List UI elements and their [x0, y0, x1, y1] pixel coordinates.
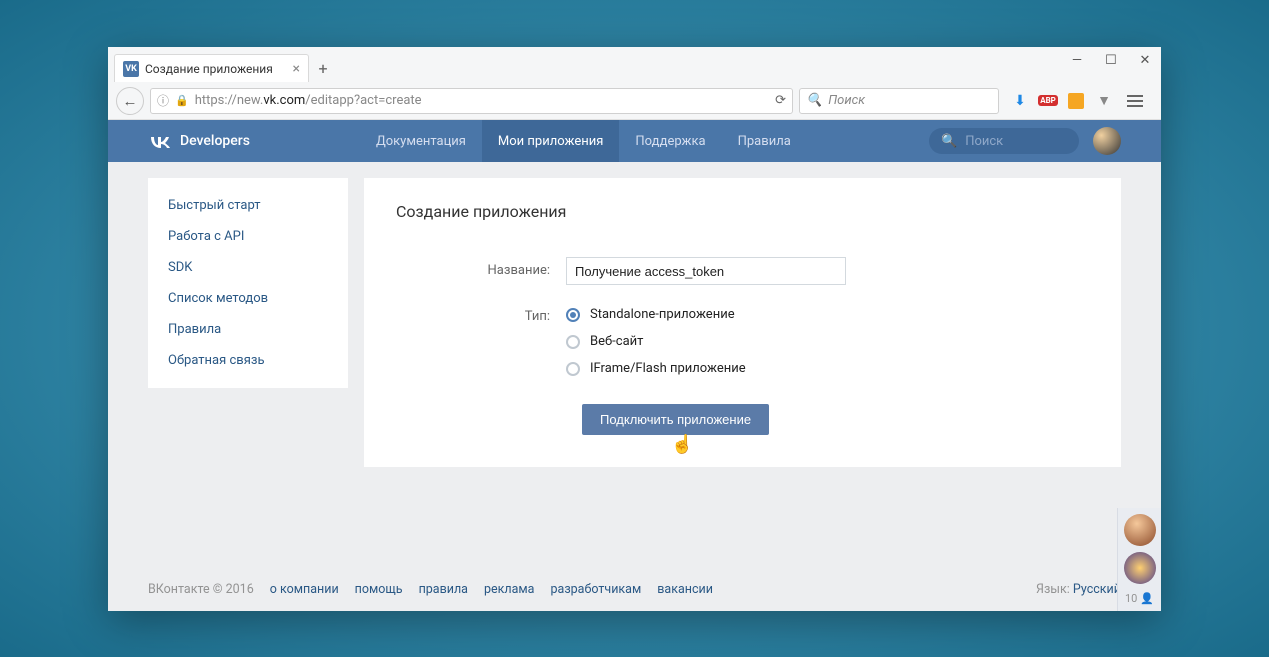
vk-body: Быстрый старт Работа с API SDK Список ме…	[108, 162, 1161, 611]
friends-online-count[interactable]: 10 👤	[1125, 592, 1154, 605]
radio-icon	[566, 335, 580, 349]
footer-link-devs[interactable]: разработчикам	[551, 582, 642, 597]
footer-link-help[interactable]: помощь	[355, 582, 403, 597]
type-radio-group: Standalone-приложение Веб-сайт IFrame/Fl…	[566, 303, 1089, 376]
minimize-button[interactable]: —	[1069, 53, 1085, 68]
menu-icon[interactable]	[1123, 91, 1147, 111]
extension-icon[interactable]	[1067, 92, 1085, 110]
new-tab-button[interactable]: +	[309, 54, 337, 82]
url-domain: vk.com	[263, 93, 305, 108]
sidebar-item-rules[interactable]: Правила	[148, 314, 348, 345]
close-window-button[interactable]: ✕	[1137, 53, 1153, 68]
maximize-button[interactable]: ☐	[1103, 53, 1119, 68]
toolbar-icons: ⬇ ABP ▼	[1005, 91, 1153, 111]
tab-title: Создание приложения	[145, 62, 273, 76]
radio-icon	[566, 308, 580, 322]
vk-footer: ВКонтакте © 2016 о компании помощь прави…	[108, 568, 1161, 611]
friend-avatar[interactable]	[1124, 552, 1156, 584]
footer-link-ads[interactable]: реклама	[484, 582, 535, 597]
friends-panel: 10 👤	[1117, 508, 1161, 611]
radio-website[interactable]: Веб-сайт	[566, 334, 1089, 349]
radio-icon	[566, 362, 580, 376]
user-avatar[interactable]	[1093, 127, 1121, 155]
info-icon[interactable]: ⓘ	[157, 92, 169, 109]
form-row-name: Название:	[396, 257, 1089, 285]
footer-links: о компании помощь правила реклама разраб…	[270, 582, 713, 597]
tab-strip: VK Создание приложения × + — ☐ ✕	[108, 47, 1161, 82]
sidebar-item-quickstart[interactable]: Быстрый старт	[148, 190, 348, 221]
vk-favicon: VK	[123, 61, 139, 77]
url-input[interactable]: ⓘ 🔒 https://new.vk.com/editapp?act=creat…	[150, 88, 793, 114]
url-protocol: https://	[195, 93, 237, 108]
nav-support[interactable]: Поддержка	[619, 120, 721, 162]
nav-rules[interactable]: Правила	[722, 120, 807, 162]
cursor-icon: ☝	[671, 434, 693, 455]
connect-app-button[interactable]: Подключить приложение	[582, 404, 769, 435]
extension-dropdown-icon[interactable]: ▼	[1095, 92, 1113, 110]
person-icon: 👤	[1140, 592, 1154, 605]
panel-title: Создание приложения	[396, 202, 1089, 221]
browser-tab[interactable]: VK Создание приложения ×	[114, 54, 309, 82]
submit-row: Подключить приложение ☝	[396, 404, 1089, 435]
vk-header: Developers Документация Мои приложения П…	[108, 120, 1161, 162]
sidebar: Быстрый старт Работа с API SDK Список ме…	[148, 178, 348, 388]
name-label: Название:	[396, 257, 566, 278]
friend-avatar[interactable]	[1124, 514, 1156, 546]
address-bar: ← ⓘ 🔒 https://new.vk.com/editapp?act=cre…	[108, 82, 1161, 120]
nav-my-apps[interactable]: Мои приложения	[482, 120, 619, 162]
sidebar-item-methods[interactable]: Список методов	[148, 283, 348, 314]
close-tab-icon[interactable]: ×	[293, 61, 300, 77]
search-icon: 🔍	[941, 134, 957, 149]
footer-link-jobs[interactable]: вакансии	[657, 582, 713, 597]
footer-link-about[interactable]: о компании	[270, 582, 339, 597]
vk-search-input[interactable]: 🔍 Поиск	[929, 128, 1079, 154]
name-input[interactable]	[566, 257, 846, 285]
browser-search-input[interactable]: 🔍 Поиск	[799, 88, 999, 114]
footer-link-rules[interactable]: правила	[419, 582, 468, 597]
url-path: /editapp?act=create	[305, 93, 421, 108]
type-label: Тип:	[396, 303, 566, 324]
form-row-type: Тип: Standalone-приложение Веб-сайт	[396, 303, 1089, 376]
window-controls: — ☐ ✕	[1069, 53, 1153, 68]
vk-content: Быстрый старт Работа с API SDK Список ме…	[108, 162, 1161, 568]
sidebar-item-sdk[interactable]: SDK	[148, 252, 348, 283]
footer-lang-link[interactable]: Русский	[1073, 582, 1121, 597]
browser-window: VK Создание приложения × + — ☐ ✕ ← ⓘ 🔒 h…	[108, 47, 1161, 611]
download-icon[interactable]: ⬇	[1011, 92, 1029, 110]
lock-icon: 🔒	[175, 94, 189, 107]
search-icon: 🔍	[806, 93, 822, 108]
abp-icon[interactable]: ABP	[1039, 92, 1057, 110]
radio-standalone[interactable]: Standalone-приложение	[566, 307, 1089, 322]
vk-logo-text: Developers	[180, 133, 250, 149]
footer-lang: Язык: Русский	[1036, 582, 1121, 597]
vk-logo-icon	[148, 134, 172, 148]
vk-nav: Документация Мои приложения Поддержка Пр…	[360, 120, 807, 162]
footer-copyright: ВКонтакте © 2016	[148, 582, 254, 597]
sidebar-item-api[interactable]: Работа с API	[148, 221, 348, 252]
reload-icon[interactable]: ⟳	[775, 93, 786, 108]
sidebar-item-feedback[interactable]: Обратная связь	[148, 345, 348, 376]
back-button[interactable]: ←	[116, 87, 144, 115]
main-panel: Создание приложения Название: Тип: Stand…	[364, 178, 1121, 467]
nav-documentation[interactable]: Документация	[360, 120, 482, 162]
vk-logo[interactable]: Developers	[148, 133, 250, 149]
radio-iframe[interactable]: IFrame/Flash приложение	[566, 361, 1089, 376]
